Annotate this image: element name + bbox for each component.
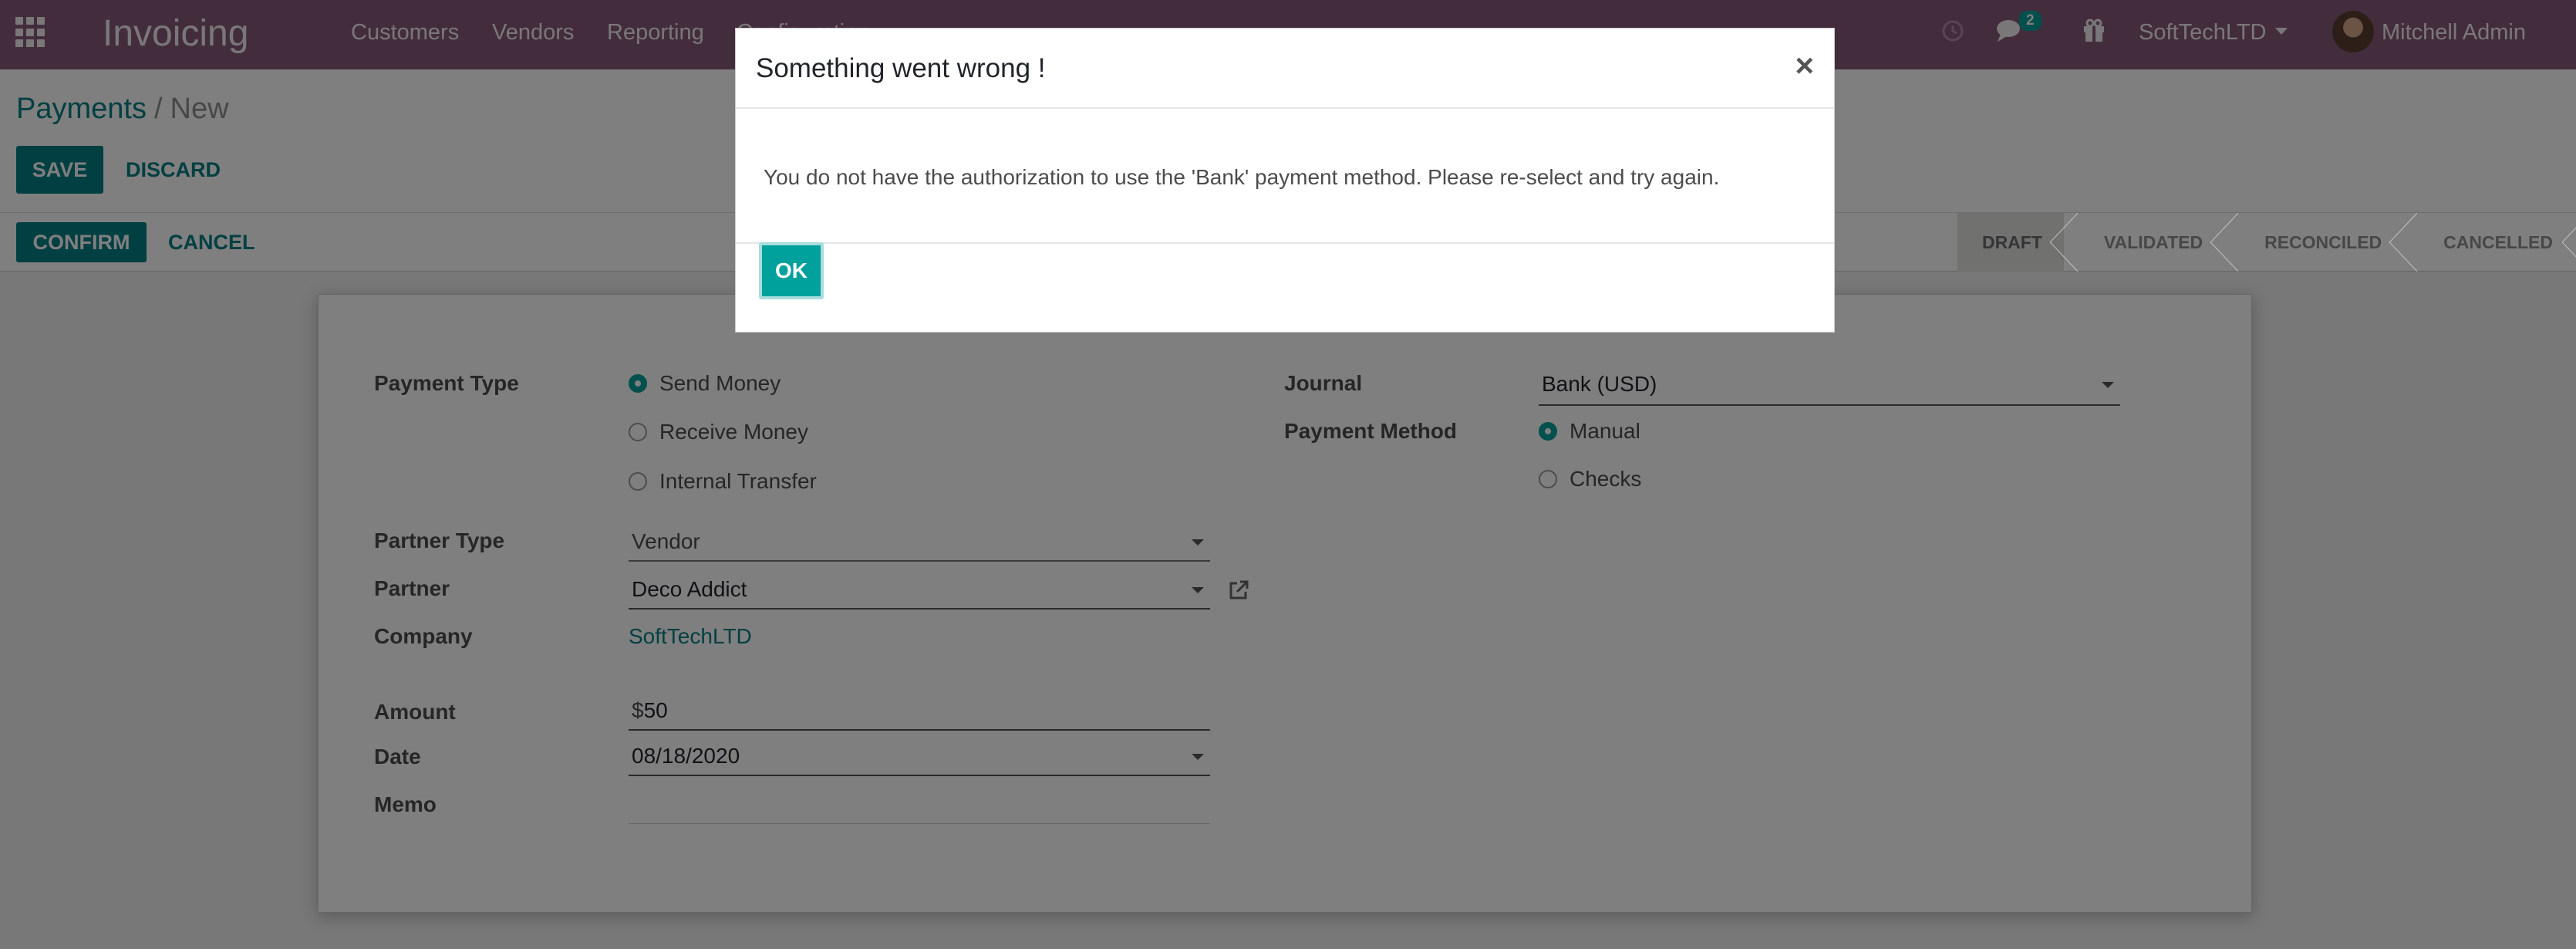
ok-button[interactable]: OK [759,242,824,299]
dialog-body: You do not have the authorization to use… [736,109,1834,244]
dialog-title: Something went wrong ! [756,53,1046,83]
close-icon[interactable]: × [1795,47,1814,84]
dialog-header: Something went wrong ! × [736,29,1834,109]
error-dialog: Something went wrong ! × You do not have… [735,28,1835,333]
dialog-message: You do not have the authorization to use… [764,165,1720,189]
